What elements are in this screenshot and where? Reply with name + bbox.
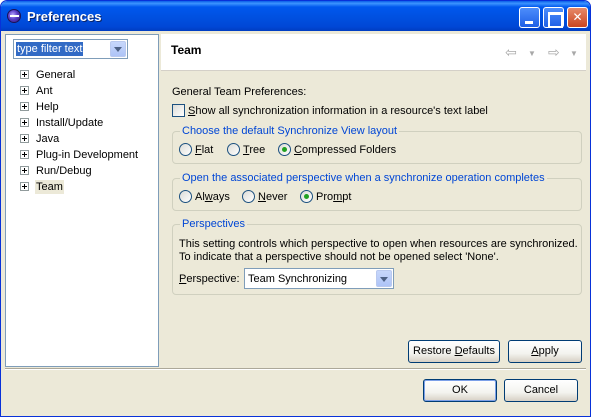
expand-plus-icon[interactable]: [20, 134, 29, 143]
ok-button[interactable]: OK: [423, 379, 497, 402]
open-perspective-group: Open the associated perspective when a s…: [172, 172, 582, 211]
group-title: Perspectives: [180, 218, 247, 231]
tree-item-label[interactable]: General: [35, 68, 76, 82]
label-rest: ays: [212, 191, 230, 203]
radio-never-label[interactable]: Never: [258, 190, 287, 204]
page-header: Team ⇦ ▼ ⇨ ▼: [161, 34, 586, 71]
label-rest: pt: [342, 191, 352, 203]
perspective-select-value: Team Synchronizing: [248, 273, 348, 285]
maximize-button[interactable]: [543, 7, 564, 28]
radio-flat-label[interactable]: Flat: [195, 143, 213, 157]
expand-plus-icon[interactable]: [20, 166, 29, 175]
title-bar[interactable]: Preferences ✕: [1, 1, 590, 31]
preference-tree: General Ant Help Install/Update Java Plu…: [6, 67, 158, 195]
tree-item-label[interactable]: Run/Debug: [35, 164, 93, 178]
radio-prompt[interactable]: [300, 190, 313, 203]
show-sync-info-label[interactable]: Show all synchronization information in …: [188, 104, 488, 118]
tree-item-label[interactable]: Install/Update: [35, 116, 104, 130]
preference-tree-panel: type filter text General Ant Help Instal…: [5, 34, 159, 367]
expand-plus-icon[interactable]: [20, 182, 29, 191]
tree-item-plugin-development[interactable]: Plug-in Development: [6, 147, 158, 163]
chevron-down-icon[interactable]: [376, 270, 392, 287]
tree-item-java[interactable]: Java: [6, 131, 158, 147]
label-pre: Restore: [413, 345, 455, 357]
perspective-label: Perspective:: [179, 272, 240, 286]
sync-view-layout-group: Choose the default Synchronize View layo…: [172, 125, 582, 164]
tree-item-label[interactable]: Java: [35, 132, 60, 146]
label-pre: Pro: [316, 191, 334, 203]
label-rest: ree: [249, 144, 266, 156]
close-button[interactable]: ✕: [567, 7, 588, 28]
group-title: Open the associated perspective when a s…: [180, 172, 547, 185]
label-rest: how all synchronization information in a…: [195, 105, 488, 117]
tree-item-label[interactable]: Help: [35, 100, 60, 114]
window-title: Preferences: [27, 9, 102, 24]
expand-plus-icon[interactable]: [20, 150, 29, 159]
perspectives-group: Perspectives This setting controls which…: [172, 218, 582, 295]
label-rest: efaults: [462, 345, 495, 357]
cancel-button[interactable]: Cancel: [504, 379, 578, 402]
preference-page: Team ⇦ ▼ ⇨ ▼ General Team Preferences: S…: [161, 34, 586, 367]
back-arrow-icon[interactable]: ⇦: [505, 45, 517, 59]
radio-prompt-label[interactable]: Prompt: [316, 190, 351, 204]
mnemonic: D: [454, 345, 463, 357]
tree-item-help[interactable]: Help: [6, 99, 158, 115]
mnemonic: A: [531, 345, 539, 357]
radio-tree-label[interactable]: Tree: [243, 143, 265, 157]
expand-plus-icon[interactable]: [20, 70, 29, 79]
tree-item-run-debug[interactable]: Run/Debug: [6, 163, 158, 179]
filter-dropdown-button[interactable]: [110, 41, 126, 57]
tree-item-label[interactable]: Ant: [35, 84, 54, 98]
label-rest: lat: [201, 144, 214, 156]
forward-arrow-icon[interactable]: ⇨: [548, 45, 560, 59]
radio-always-label[interactable]: Always: [195, 190, 230, 204]
tree-item-install-update[interactable]: Install/Update: [6, 115, 158, 131]
radio-compressed-folders-label[interactable]: Compressed Folders: [294, 143, 396, 157]
perspectives-description-line1: This setting controls which perspective …: [179, 238, 578, 250]
footer-separator: [5, 368, 586, 370]
filter-input[interactable]: type filter text: [16, 42, 84, 56]
forward-history-dropdown-icon[interactable]: ▼: [570, 47, 578, 61]
tree-item-ant[interactable]: Ant: [6, 83, 158, 99]
tree-item-team[interactable]: Team: [6, 179, 158, 195]
mnemonic: N: [258, 191, 266, 203]
perspectives-description-line2: To indicate that a perspective should no…: [179, 251, 499, 263]
perspective-select[interactable]: Team Synchronizing: [244, 268, 394, 289]
radio-always[interactable]: [179, 190, 192, 203]
apply-button[interactable]: Apply: [508, 340, 582, 363]
general-team-preferences-label: General Team Preferences:: [172, 86, 307, 98]
filter-combo[interactable]: type filter text: [13, 39, 128, 59]
mnemonic: m: [333, 191, 343, 203]
group-title: Choose the default Synchronize View layo…: [180, 125, 400, 138]
label-rest: pply: [538, 345, 559, 357]
radio-compressed-folders[interactable]: [278, 143, 291, 156]
expand-plus-icon[interactable]: [20, 102, 29, 111]
mnemonic: C: [294, 144, 302, 156]
label-rest: ompressed Folders: [301, 144, 397, 156]
label-rest: ever: [265, 191, 288, 203]
page-title: Team: [171, 43, 202, 57]
label-rest: erspective:: [186, 273, 240, 285]
tree-item-label[interactable]: Team: [35, 180, 64, 194]
radio-never[interactable]: [242, 190, 255, 203]
label-pre: Al: [195, 191, 205, 203]
expand-plus-icon[interactable]: [20, 118, 29, 127]
minimize-button[interactable]: [519, 7, 540, 28]
mnemonic: w: [204, 191, 213, 203]
tree-item-general[interactable]: General: [6, 67, 158, 83]
show-sync-info-checkbox[interactable]: [172, 104, 185, 117]
expand-plus-icon[interactable]: [20, 86, 29, 95]
preferences-window: Preferences ✕ type filter text General A…: [0, 0, 591, 417]
restore-defaults-button[interactable]: Restore Defaults: [408, 340, 500, 363]
radio-tree[interactable]: [227, 143, 240, 156]
radio-flat[interactable]: [179, 143, 192, 156]
back-history-dropdown-icon[interactable]: ▼: [528, 47, 536, 61]
tree-item-label[interactable]: Plug-in Development: [35, 148, 139, 162]
mnemonic: F: [195, 144, 202, 156]
eclipse-icon: [7, 9, 21, 23]
